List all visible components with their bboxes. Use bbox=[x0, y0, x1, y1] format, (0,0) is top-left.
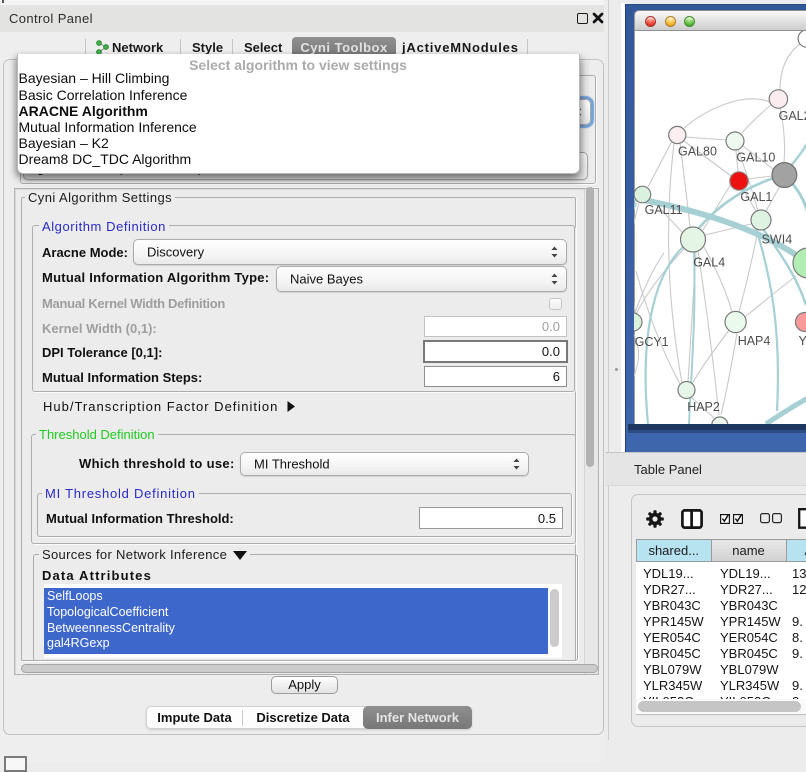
svg-text:GAL80: GAL80 bbox=[678, 145, 717, 159]
svg-text:SWI4: SWI4 bbox=[762, 232, 793, 246]
svg-text:GAL11: GAL11 bbox=[645, 203, 683, 217]
svg-text:GCY1: GCY1 bbox=[635, 335, 669, 349]
svg-text:HAP4: HAP4 bbox=[738, 334, 771, 348]
svg-text:GAL4: GAL4 bbox=[693, 256, 725, 270]
svg-text:Y: Y bbox=[799, 334, 806, 348]
svg-text:GAL10: GAL10 bbox=[736, 151, 775, 165]
svg-text:GAL1: GAL1 bbox=[740, 190, 772, 204]
svg-text:GAL2: GAL2 bbox=[779, 109, 806, 123]
svg-text:HAP2: HAP2 bbox=[687, 400, 720, 414]
